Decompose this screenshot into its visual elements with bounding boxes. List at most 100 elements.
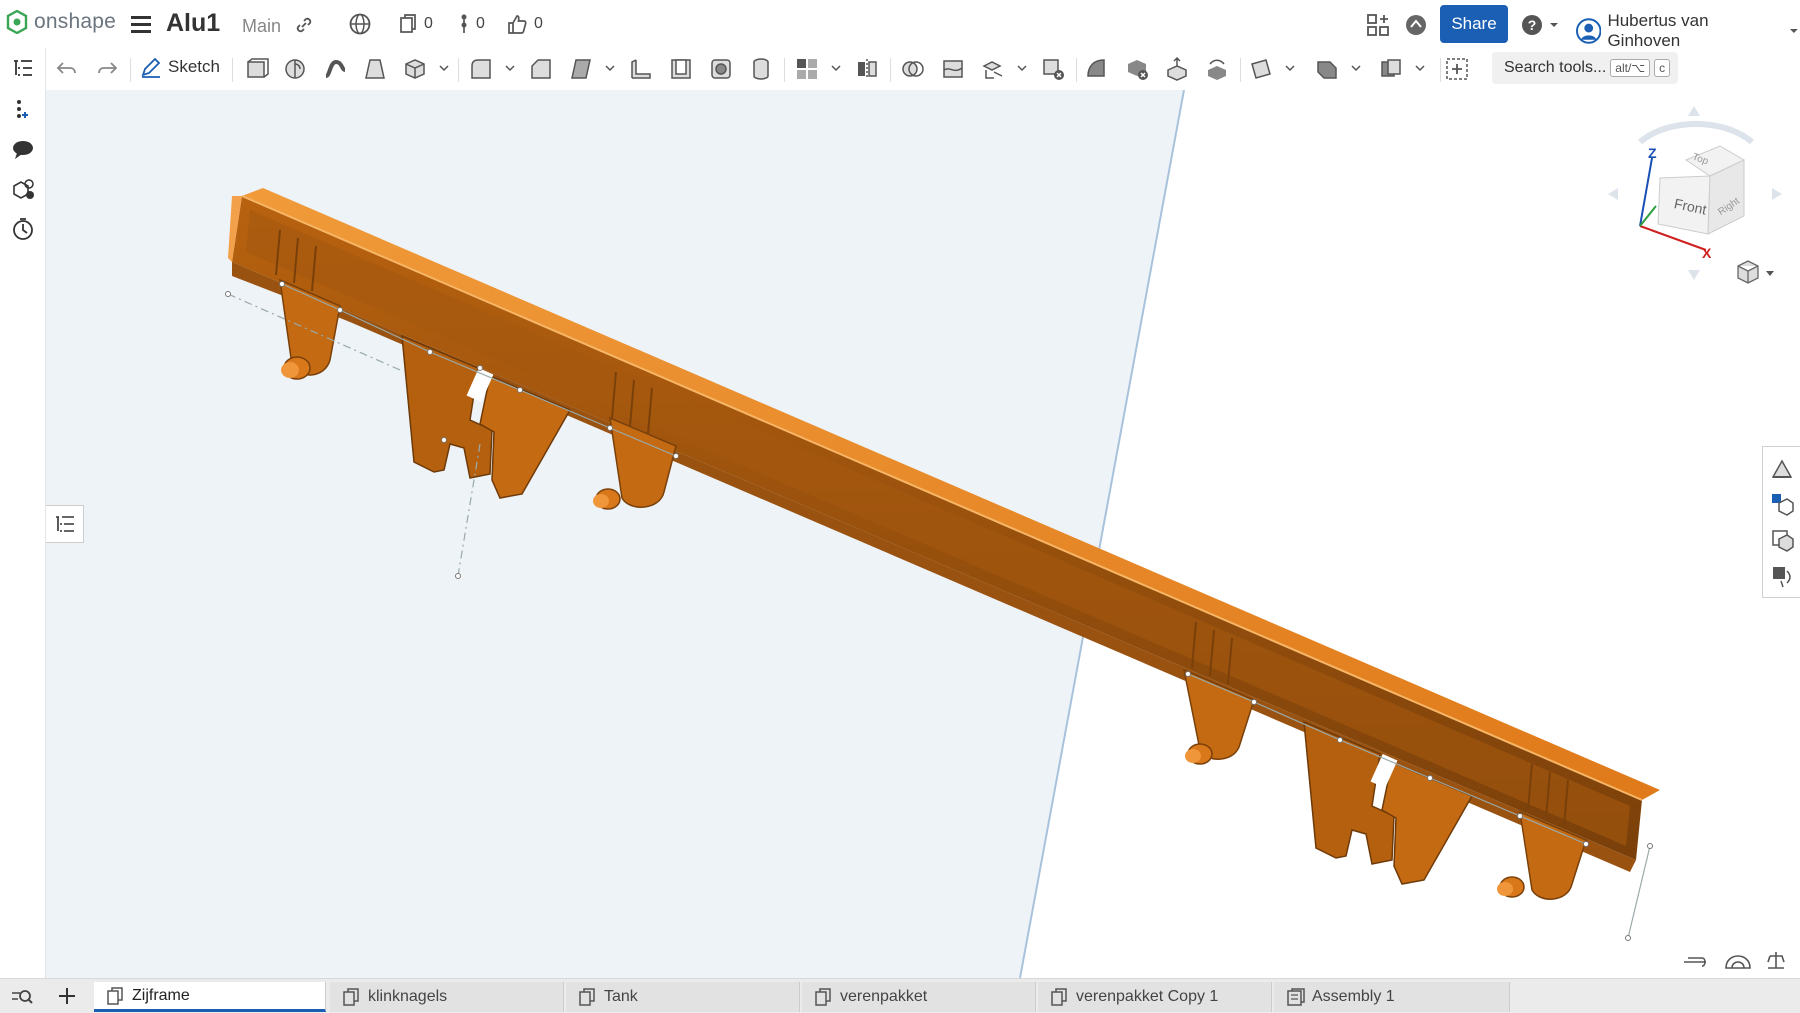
add-tab-button[interactable] [56,985,78,1007]
branch-name[interactable]: Main [242,16,281,37]
app-store-icon[interactable] [1366,13,1390,37]
mass-properties-icon[interactable] [1767,952,1785,969]
chevron-down-icon[interactable] [504,62,516,74]
draft-icon[interactable] [568,56,594,82]
view-options[interactable] [1737,260,1774,284]
search-tools-input[interactable]: Search tools... alt/⌥ c [1492,52,1678,84]
replace-face-icon[interactable] [1204,56,1230,82]
svg-text:?: ? [1528,17,1537,33]
split-icon[interactable] [940,56,966,82]
frame-icon[interactable] [1378,56,1404,82]
shell-icon[interactable] [668,56,694,82]
tab-label: klinknagels [368,988,448,1005]
feature-list-toggle[interactable] [46,505,84,543]
configurations-icon[interactable] [1769,491,1795,517]
tab-label: verenpakket Copy 1 [1076,988,1219,1005]
tab-zijframe[interactable]: Zijframe [94,982,326,1012]
view-arrow-left[interactable] [1608,188,1618,200]
modify-fillet-icon[interactable] [1084,56,1110,82]
globe-icon[interactable] [348,12,372,36]
undo-icon[interactable] [54,56,80,82]
tab-tank[interactable]: Tank [566,982,800,1012]
transform-icon[interactable] [980,56,1006,82]
share-button[interactable]: Share [1440,5,1508,43]
chevron-down-icon[interactable] [1284,62,1296,74]
hole-icon[interactable] [708,56,734,82]
user-menu[interactable]: Hubertus van Ginhoven [1576,11,1800,51]
chevron-down-icon [1550,23,1558,27]
plane-icon[interactable] [1248,56,1274,82]
insert-part-icon[interactable] [10,176,36,202]
loft-icon[interactable] [362,56,388,82]
redo-icon[interactable] [94,56,120,82]
tab-label: verenpakket [840,988,928,1005]
chevron-down-icon [1790,29,1799,33]
add-custom-feature-icon[interactable] [1444,56,1470,82]
sheet-metal-icon[interactable] [1314,56,1340,82]
likes-counter[interactable]: 0 [506,13,543,35]
sketch-label: Sketch [168,57,220,76]
thicken-icon[interactable] [402,56,428,82]
tab-search-icon[interactable] [10,985,34,1009]
onshape-logo[interactable]: onshape [6,10,116,34]
part-studio-icon [107,986,123,1005]
tab-klinknagels[interactable]: klinknagels [330,982,564,1012]
boolean-icon[interactable] [900,56,926,82]
cylinder-icon[interactable] [748,56,774,82]
comments-icon[interactable] [10,136,36,162]
z-axis-label: Z [1648,145,1657,161]
sweep-icon[interactable] [322,56,348,82]
help-menu[interactable]: ? [1520,13,1560,37]
link-icon[interactable] [294,15,314,35]
branch-icon [461,14,467,33]
chevron-down-icon[interactable] [604,62,616,74]
chevron-down-icon[interactable] [830,62,842,74]
versions-count: 0 [424,15,433,32]
named-views-icon[interactable] [1769,527,1795,553]
appearance-panel-icon[interactable] [1769,455,1795,481]
toolbar-divider [784,58,785,82]
delete-face-icon[interactable] [1124,56,1150,82]
view-cube-rotate-arc[interactable] [1638,121,1754,145]
learning-center-icon[interactable] [1404,13,1428,37]
delete-part-icon[interactable] [1040,56,1066,82]
extrude-icon[interactable] [243,56,269,82]
chevron-down-icon[interactable] [1414,62,1426,74]
versions-counter[interactable]: 0 [398,13,433,35]
part-studio-icon [579,988,595,1006]
history-timer-icon[interactable] [10,216,36,242]
fillet-icon[interactable] [468,56,494,82]
view-cube[interactable]: Front Top Right Z X [1608,106,1782,280]
pattern-icon[interactable] [794,56,820,82]
revolve-icon[interactable] [282,56,308,82]
rib-icon[interactable] [628,56,654,82]
branches-counter[interactable]: 0 [458,13,485,35]
document-title[interactable]: Alu1 [166,9,220,38]
view-arrow-right[interactable] [1772,188,1782,200]
feature-list-icon[interactable] [10,56,36,82]
tab-label: Zijframe [132,986,190,1004]
onshape-logo-icon [6,10,28,34]
model-canvas[interactable]: Front Top Right Z X [46,90,1800,978]
tab-verenpakket[interactable]: verenpakket [802,982,1036,1012]
chevron-down-icon[interactable] [1016,62,1028,74]
tab-verenpakket-copy-1[interactable]: verenpakket Copy 1 [1038,982,1272,1012]
custom-table-icon[interactable] [1769,563,1795,589]
tab-assembly-1[interactable]: Assembly 1 [1274,982,1510,1012]
top-bar: onshape Alu1 Main 0 0 0 Share ? Hubertus… [0,0,1800,51]
chevron-down-icon[interactable] [1350,62,1362,74]
variables-icon[interactable] [10,96,36,122]
3d-viewport[interactable]: Front Top Right Z X [46,90,1800,978]
sketch-button[interactable]: Sketch [140,56,220,78]
move-face-icon[interactable] [1164,56,1190,82]
view-arrow-down[interactable] [1688,270,1700,280]
hamburger-menu-icon[interactable] [130,13,152,35]
chevron-down-icon[interactable] [438,62,450,74]
chamfer-icon[interactable] [528,56,554,82]
measure-tool-icon[interactable] [1684,957,1706,967]
part-studio-icon [815,988,831,1006]
section-view-icon[interactable] [1725,955,1751,969]
mirror-icon[interactable] [854,56,880,82]
view-arrow-up[interactable] [1688,106,1700,116]
cube-view-icon [1737,260,1759,284]
